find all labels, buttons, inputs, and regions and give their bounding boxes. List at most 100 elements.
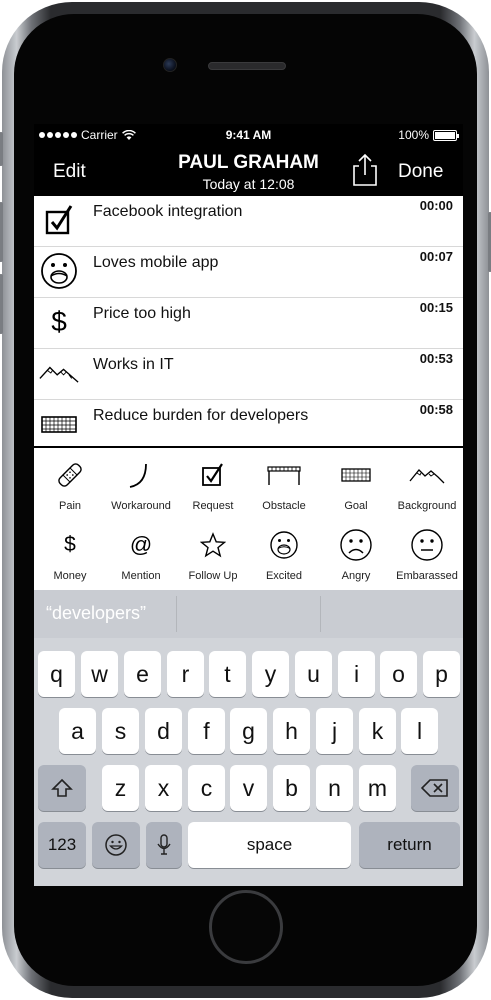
dollar-icon: $ (51, 306, 67, 337)
suggestion-bar: “developers” (34, 590, 463, 638)
category-label: Request (192, 500, 234, 512)
key-m[interactable]: m (359, 765, 396, 811)
category-picker: Pain Workaround Request Obstacle Goal Ba… (34, 448, 463, 590)
key-o[interactable]: o (380, 651, 417, 697)
suggestion-divider (320, 596, 321, 632)
category-workaround[interactable]: Workaround (105, 451, 177, 521)
category-label: Pain (58, 500, 82, 512)
category-label: Money (53, 570, 87, 582)
dictation-key[interactable] (146, 822, 182, 868)
note-label: Works in IT (93, 356, 174, 373)
note-label: Price too high (93, 305, 191, 322)
excited-face-icon (266, 527, 302, 563)
category-label: Mention (121, 570, 161, 582)
microphone-icon (157, 834, 171, 855)
at-icon: @ (129, 532, 153, 557)
key-d[interactable]: d (145, 708, 182, 754)
key-r[interactable]: r (167, 651, 204, 697)
key-t[interactable]: t (209, 651, 246, 697)
volume-up-button (0, 202, 3, 262)
key-q[interactable]: q (38, 651, 75, 697)
category-label: Follow Up (188, 570, 238, 582)
battery-percent: 100% (398, 128, 429, 142)
key-p[interactable]: p (423, 651, 460, 697)
list-item[interactable]: Works in IT 00:53 (34, 349, 463, 400)
space-key[interactable]: space (188, 822, 351, 868)
key-x[interactable]: x (145, 765, 182, 811)
category-label: Workaround (111, 500, 171, 512)
category-label: Goal (344, 500, 368, 512)
key-g[interactable]: g (230, 708, 267, 754)
key-w[interactable]: w (81, 651, 118, 697)
navigation-bar: Edit PAUL GRAHAM Today at 12:08 Done (34, 146, 463, 196)
category-request[interactable]: Request (177, 451, 249, 521)
key-k[interactable]: k (359, 708, 396, 754)
checkbox-icon (195, 457, 231, 493)
emoji-icon (105, 834, 127, 856)
key-s[interactable]: s (102, 708, 139, 754)
status-bar: Carrier 9:41 AM 100% (34, 124, 463, 146)
category-follow-up[interactable]: Follow Up (177, 521, 249, 591)
screen: Carrier 9:41 AM 100% Edit PAUL GRAHAM To… (34, 124, 463, 886)
list-item[interactable]: Facebook integration 00:00 (34, 196, 463, 247)
battery-icon (433, 129, 459, 141)
category-angry[interactable]: Angry (320, 521, 392, 591)
key-h[interactable]: h (273, 708, 310, 754)
key-l[interactable]: l (401, 708, 438, 754)
key-j[interactable]: j (316, 708, 353, 754)
key-a[interactable]: a (59, 708, 96, 754)
key-e[interactable]: e (124, 651, 161, 697)
excited-face-icon (39, 251, 79, 291)
note-time: 00:58 (419, 402, 453, 417)
emoji-key[interactable] (92, 822, 140, 868)
key-v[interactable]: v (230, 765, 267, 811)
note-time: 00:15 (419, 300, 453, 315)
key-z[interactable]: z (102, 765, 139, 811)
key-n[interactable]: n (316, 765, 353, 811)
key-f[interactable]: f (188, 708, 225, 754)
key-c[interactable]: c (188, 765, 225, 811)
checkbox-icon (39, 200, 79, 240)
category-excited[interactable]: Excited (248, 521, 320, 591)
neutral-face-icon (409, 527, 445, 563)
category-mention[interactable]: @ Mention (105, 521, 177, 591)
mountains-icon (39, 353, 79, 393)
list-item[interactable]: Reduce burden for developers 00:58 (34, 400, 463, 451)
done-button[interactable]: Done (398, 161, 443, 183)
key-i[interactable]: i (338, 651, 375, 697)
category-money[interactable]: $ Money (34, 521, 106, 591)
category-obstacle[interactable]: Obstacle (248, 451, 320, 521)
list-item[interactable]: Loves mobile app 00:07 (34, 247, 463, 298)
category-label: Angry (341, 570, 371, 582)
suggestion-divider (176, 596, 177, 632)
dollar-icon: $ (64, 533, 76, 556)
mountains-icon (409, 457, 445, 493)
delete-key[interactable] (411, 765, 459, 811)
key-b[interactable]: b (273, 765, 310, 811)
numbers-key[interactable]: 123 (38, 822, 86, 868)
home-button[interactable] (209, 890, 283, 964)
category-label: Background (397, 500, 457, 512)
note-time: 00:00 (419, 198, 453, 213)
note-time: 00:07 (419, 249, 453, 264)
shift-key[interactable] (38, 765, 86, 811)
category-label: Excited (265, 570, 303, 582)
list-item[interactable]: $ Price too high 00:15 (34, 298, 463, 349)
category-background[interactable]: Background (391, 451, 463, 521)
category-pain[interactable]: Pain (34, 451, 106, 521)
category-goal[interactable]: Goal (320, 451, 392, 521)
note-label: Loves mobile app (93, 254, 219, 271)
key-u[interactable]: u (295, 651, 332, 697)
mute-switch (0, 132, 3, 166)
notes-list: Facebook integration 00:00 Loves mobile … (34, 196, 463, 451)
key-y[interactable]: y (252, 651, 289, 697)
category-label: Obstacle (262, 500, 306, 512)
note-label: Reduce burden for developers (93, 407, 309, 424)
category-embarassed[interactable]: Embarassed (391, 521, 463, 591)
keyboard: “developers” q w e r t y u i o p a s d f… (34, 590, 463, 886)
share-icon[interactable] (350, 153, 380, 187)
return-key[interactable]: return (359, 822, 460, 868)
front-camera (163, 58, 177, 72)
goal-net-icon (338, 457, 374, 493)
suggestion-1[interactable]: “developers” (46, 603, 146, 624)
